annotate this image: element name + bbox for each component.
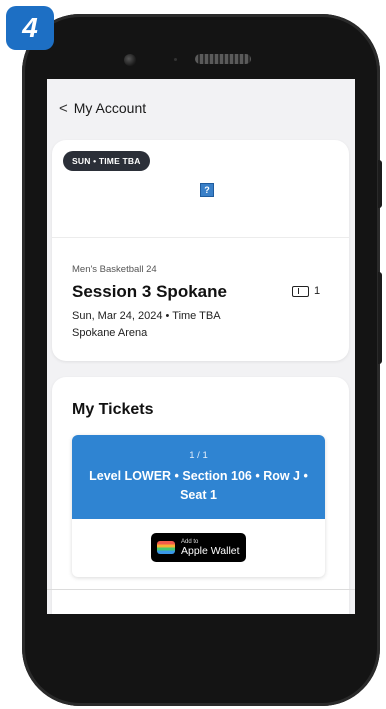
- ticket-header: 1 / 1 Level LOWER • Section 106 • Row J …: [72, 435, 325, 519]
- sensor-dot: [174, 58, 177, 61]
- camera-icon: [124, 54, 136, 66]
- event-date: Sun, Mar 24, 2024 • Time TBA: [72, 310, 221, 322]
- event-card[interactable]: SUN • TIME TBA ? Men's Basketball 24 Ses…: [52, 140, 349, 361]
- ticket-icon: [292, 285, 309, 297]
- my-tickets-card: My Tickets 1 / 1 Level LOWER • Section 1…: [52, 377, 349, 614]
- bottom-divider: [47, 589, 355, 590]
- wallet-icon: [157, 541, 175, 554]
- ticket-count-value: 1: [314, 285, 321, 297]
- add-to-apple-wallet-button[interactable]: Add to Apple Wallet: [151, 533, 246, 562]
- back-label: My Account: [73, 100, 147, 116]
- date-badge: SUN • TIME TBA: [63, 151, 150, 171]
- power-button: [378, 160, 382, 208]
- wallet-big-label: Apple Wallet: [181, 544, 240, 557]
- speaker-grille: [195, 54, 251, 64]
- chevron-left-icon: <: [59, 99, 68, 117]
- app-screen: < My Account SUN • TIME TBA ? Men's Bask…: [47, 79, 355, 614]
- wallet-text: Add to Apple Wallet: [181, 539, 240, 557]
- ticket-seat: Level LOWER • Section 106 • Row J • Seat…: [89, 469, 308, 502]
- ticket-count: 1: [292, 285, 320, 297]
- ticket-item[interactable]: 1 / 1 Level LOWER • Section 106 • Row J …: [72, 435, 325, 577]
- event-venue: Spokane Arena: [72, 327, 148, 339]
- volume-button: [378, 272, 382, 364]
- broken-image-icon: ?: [200, 183, 214, 197]
- event-title: Session 3 Spokane: [72, 282, 227, 301]
- divider: [52, 237, 349, 238]
- step-number-badge: 4: [6, 6, 54, 50]
- event-sport: Men's Basketball 24: [72, 264, 157, 275]
- ticket-index: 1 / 1: [189, 450, 208, 461]
- wallet-small-label: Add to: [181, 538, 199, 545]
- my-tickets-heading: My Tickets: [72, 401, 154, 418]
- back-nav[interactable]: < My Account: [47, 79, 355, 137]
